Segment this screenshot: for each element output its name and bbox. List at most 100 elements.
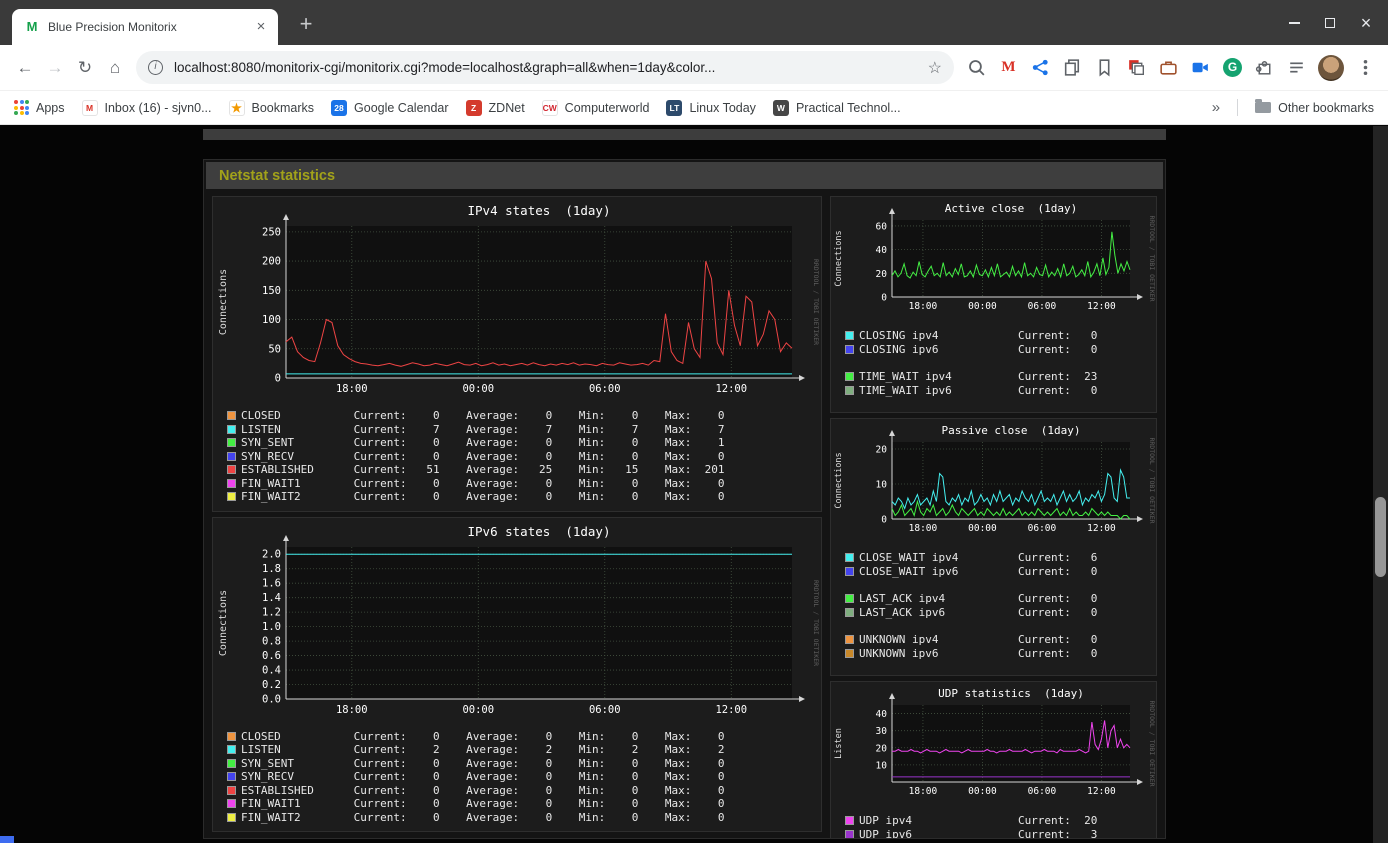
search-icon[interactable] bbox=[966, 57, 987, 78]
address-bar[interactable]: i ☆ bbox=[136, 51, 954, 84]
x-tick-label: 00:00 bbox=[462, 704, 494, 716]
bookmark-wordpress[interactable]: W Practical Technol... bbox=[772, 99, 901, 116]
ipv6-states-graph[interactable]: IPv6 states (1day) Connections RRDTOOL / T… bbox=[214, 520, 820, 727]
close-button[interactable]: × bbox=[1348, 0, 1384, 45]
bookmark-label: Linux Today bbox=[689, 100, 756, 115]
maximize-button[interactable] bbox=[1312, 0, 1348, 45]
bookmark-star[interactable]: ★ Bookmarks bbox=[228, 99, 314, 116]
bookmark-gmail[interactable]: M Inbox (16) - sjvn0... bbox=[81, 99, 212, 116]
url-input[interactable] bbox=[172, 59, 919, 76]
home-button[interactable]: ⌂ bbox=[100, 53, 130, 83]
legend-swatch bbox=[845, 829, 854, 838]
y-tick-label: 0.4 bbox=[262, 664, 281, 676]
share-icon[interactable] bbox=[1030, 57, 1051, 78]
legend-row: FIN_WAIT2 Current: 0 Average: 0 Min: 0 M… bbox=[227, 811, 821, 825]
extension-icons: M G bbox=[966, 54, 1376, 81]
legend-row: UDP ipv6 Current: 3 bbox=[845, 827, 1156, 839]
y-tick-label: 60 bbox=[875, 221, 887, 232]
monitorix-favicon: M bbox=[26, 19, 38, 34]
tab-strip: M Blue Precision Monitorix × + × bbox=[0, 0, 1388, 45]
y-tick-label: 20 bbox=[875, 269, 887, 280]
ipv4-states-graph[interactable]: IPv4 states (1day) Connections RRDTOOL / T… bbox=[214, 200, 820, 406]
legend-row: SYN_RECV Current: 0 Average: 0 Min: 0 Ma… bbox=[227, 770, 821, 784]
y-tick-label: 0 bbox=[275, 373, 281, 385]
profile-avatar[interactable] bbox=[1318, 54, 1344, 81]
page-scrollbar[interactable] bbox=[1373, 126, 1388, 843]
reload-button[interactable]: ↻ bbox=[70, 53, 100, 83]
legend-row: UDP ipv4 Current: 20 bbox=[845, 814, 1156, 828]
legend-swatch bbox=[227, 411, 236, 421]
extensions-icon[interactable] bbox=[1254, 57, 1275, 78]
y-tick-label: 0.6 bbox=[262, 650, 281, 662]
passive-close-graph[interactable]: Passive close (1day) Connections RRDTOOL /… bbox=[831, 422, 1156, 548]
y-tick-label: 40 bbox=[875, 709, 887, 720]
legend-row: SYN_SENT Current: 0 Average: 0 Min: 0 Ma… bbox=[227, 757, 821, 771]
chart-title: IPv4 states (1day) bbox=[468, 203, 611, 218]
other-bookmarks-label: Other bookmarks bbox=[1278, 100, 1374, 115]
legend-swatch bbox=[227, 745, 236, 755]
legend-text: SYN_RECV Current: 0 Average: 0 Min: 0 Ma… bbox=[241, 770, 725, 783]
grammarly-icon[interactable]: G bbox=[1223, 58, 1242, 77]
legend-swatch bbox=[227, 492, 236, 502]
bookmark-label: ZDNet bbox=[488, 100, 525, 115]
video-camera-icon[interactable] bbox=[1190, 57, 1211, 78]
y-tick-label: 30 bbox=[875, 726, 887, 737]
bookmark-linuxtoday[interactable]: LT Linux Today bbox=[666, 99, 756, 116]
apps-shortcut[interactable]: Apps bbox=[14, 100, 65, 115]
chart-title: Active close (1day) bbox=[944, 202, 1076, 215]
forward-button[interactable]: → bbox=[40, 53, 70, 83]
gmail-icon[interactable]: M bbox=[998, 57, 1019, 78]
legend-swatch bbox=[845, 648, 854, 658]
graphs-column-right: Active close (1day) Connections RRDTOOL / … bbox=[830, 196, 1157, 839]
legend-row: CLOSED Current: 0 Average: 0 Min: 0 Max:… bbox=[227, 409, 821, 423]
legend-text: ESTABLISHED Current: 51 Average: 25 Min:… bbox=[241, 463, 725, 476]
tab-stack-icon[interactable] bbox=[1126, 57, 1147, 78]
bookmark-computerworld[interactable]: CW Computerworld bbox=[541, 99, 649, 116]
briefcase-icon[interactable] bbox=[1158, 57, 1179, 78]
legend-row: ESTABLISHED Current: 51 Average: 25 Min:… bbox=[227, 463, 821, 477]
computerworld-favicon: CW bbox=[541, 99, 558, 116]
copy-icon[interactable] bbox=[1062, 57, 1083, 78]
page-info-icon[interactable]: i bbox=[148, 60, 163, 75]
bookmarks-overflow-chevron[interactable]: » bbox=[1212, 99, 1220, 116]
x-tick-label: 12:00 bbox=[715, 383, 747, 395]
legend-swatch bbox=[227, 451, 236, 461]
wordpress-favicon: W bbox=[772, 99, 789, 116]
y-axis-label: Connections bbox=[834, 452, 844, 508]
bookmark-calendar[interactable]: 28 Google Calendar bbox=[331, 99, 449, 116]
scrollbar-thumb[interactable] bbox=[1375, 497, 1386, 577]
reading-list-icon[interactable] bbox=[1286, 57, 1307, 78]
y-tick-label: 0.8 bbox=[262, 635, 281, 647]
legend-text: UDP ipv6 Current: 3 bbox=[859, 827, 1098, 839]
rrdtool-watermark: RRDTOOL / TOBI OETIKER bbox=[1148, 700, 1156, 786]
x-tick-label: 18:00 bbox=[908, 301, 937, 312]
minimize-button[interactable] bbox=[1276, 0, 1312, 45]
apps-icon bbox=[14, 100, 29, 115]
browser-tab[interactable]: M Blue Precision Monitorix × bbox=[12, 9, 278, 45]
passive-close-legend: CLOSE_WAIT ipv4 Current: 6 CLOSE_WAIT ipv… bbox=[831, 548, 1156, 668]
y-axis-label: Listen bbox=[834, 728, 844, 759]
y-axis-label: Connections bbox=[834, 230, 844, 286]
menu-icon[interactable] bbox=[1355, 57, 1376, 78]
keep-icon[interactable] bbox=[1094, 57, 1115, 78]
y-tick-label: 250 bbox=[262, 226, 281, 238]
minimize-icon bbox=[1288, 21, 1300, 24]
bookmark-zdnet[interactable]: Z ZDNet bbox=[465, 99, 525, 116]
x-tick-label: 00:00 bbox=[968, 301, 997, 312]
x-tick-label: 06:00 bbox=[1027, 523, 1056, 534]
back-button[interactable]: ← bbox=[10, 53, 40, 83]
bookmark-star-icon[interactable]: ☆ bbox=[928, 58, 942, 78]
legend-text: CLOSED Current: 0 Average: 0 Min: 0 Max:… bbox=[241, 409, 725, 422]
ipv4-states-legend: CLOSED Current: 0 Average: 0 Min: 0 Max:… bbox=[213, 406, 821, 504]
legend-text: CLOSE_WAIT ipv6 Current: 0 bbox=[859, 564, 1098, 578]
status-popup-fragment bbox=[0, 836, 14, 843]
passive-close-panel: Passive close (1day) Connections RRDTOOL /… bbox=[830, 418, 1157, 676]
tab-close-icon[interactable]: × bbox=[252, 18, 270, 36]
ipv6-states-legend: CLOSED Current: 0 Average: 0 Min: 0 Max:… bbox=[213, 727, 821, 825]
active-close-graph[interactable]: Active close (1day) Connections RRDTOOL / … bbox=[831, 200, 1156, 326]
rrdtool-watermark: RRDTOOL / TOBI OETIKER bbox=[812, 579, 820, 665]
new-tab-button[interactable]: + bbox=[292, 11, 320, 39]
legend-text: CLOSE_WAIT ipv4 Current: 6 bbox=[859, 551, 1098, 564]
other-bookmarks[interactable]: Other bookmarks bbox=[1255, 99, 1374, 115]
udp-statistics-graph[interactable]: UDP statistics (1day) Listen RRDTOOL / TOB… bbox=[831, 685, 1156, 811]
